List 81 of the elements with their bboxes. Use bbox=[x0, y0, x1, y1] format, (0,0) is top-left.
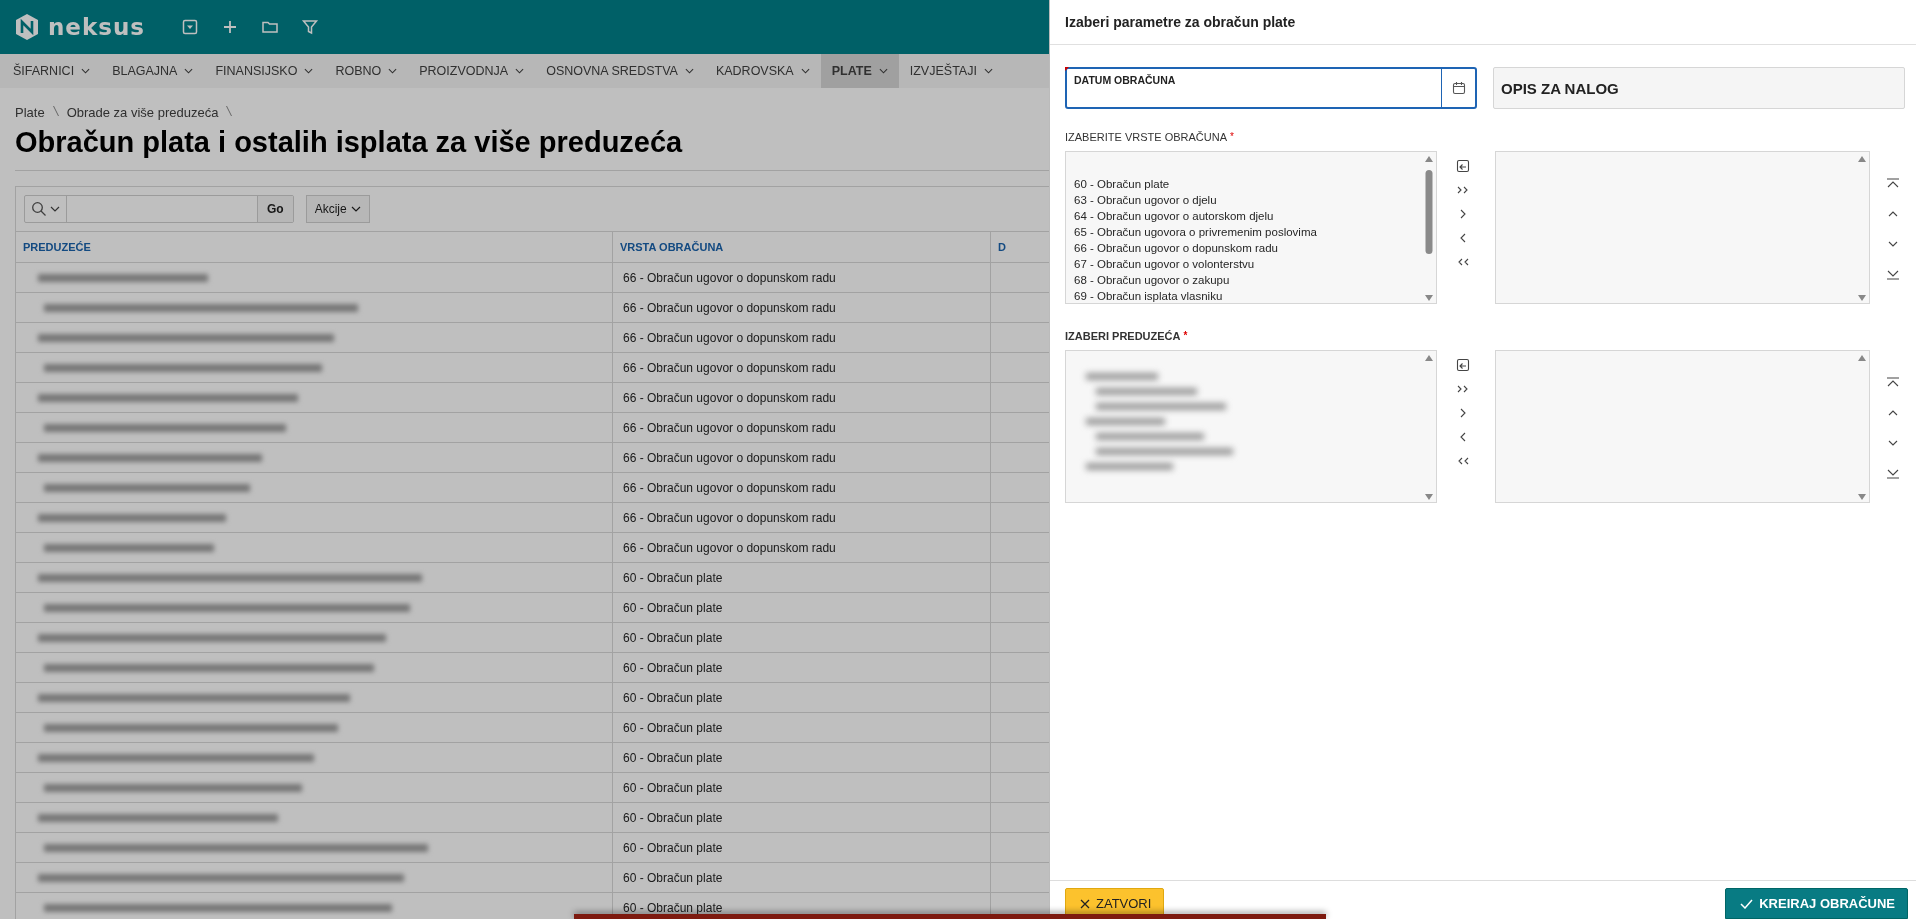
list-option[interactable]: 67 - Obračun ugovor o volonterstvu bbox=[1074, 258, 1255, 270]
search-field[interactable]: Go bbox=[24, 195, 294, 223]
table-cell: 60 - Obračun plate bbox=[623, 660, 723, 675]
options-list[interactable] bbox=[1065, 151, 1437, 304]
table-cell: 60 - Obračun plate bbox=[623, 810, 723, 825]
chevron-down-icon bbox=[184, 68, 194, 74]
table-cell: 60 - Obračun plate bbox=[623, 570, 723, 585]
table-cell: 66 - Obračun ugovor o dopunskom radu bbox=[623, 510, 836, 525]
required-mark: * bbox=[1230, 131, 1234, 143]
reset-icon[interactable] bbox=[1456, 358, 1470, 372]
search-icon[interactable] bbox=[31, 201, 47, 217]
date-field[interactable]: DATUM OBRAČUNA bbox=[1065, 67, 1477, 109]
chevron-down-icon bbox=[81, 68, 91, 74]
table-cell: 66 - Obračun ugovor o dopunskom radu bbox=[623, 360, 836, 375]
menu-tab[interactable]: BLAGAJNA bbox=[101, 54, 205, 88]
list-label: IZABERI PREDUZEĆA bbox=[1065, 330, 1181, 342]
table-cell: 60 - Obračun plate bbox=[623, 630, 723, 645]
table-cell: 66 - Obračun ugovor o dopunskom radu bbox=[623, 330, 836, 345]
menu-tab[interactable]: IZVJEŠTAJI bbox=[898, 54, 1004, 88]
close-icon bbox=[1080, 898, 1090, 909]
menu-tab[interactable]: KADROVSKA bbox=[704, 54, 821, 88]
separator-icon bbox=[52, 105, 59, 117]
table-cell: 66 - Obračun ugovor o dopunskom radu bbox=[623, 450, 836, 465]
chevron-down-icon bbox=[684, 68, 694, 74]
menu-tab[interactable]: PROIZVODNJA bbox=[408, 54, 536, 88]
table-cell: 66 - Obračun ugovor o dopunskom radu bbox=[623, 480, 836, 495]
table-cell: 60 - Obračun plate bbox=[623, 690, 723, 705]
menu-tab[interactable]: OSNOVNA SREDSTVA bbox=[535, 54, 705, 88]
text-field[interactable]: OPIS ZA NALOG bbox=[1493, 67, 1905, 109]
list-option[interactable]: 66 - Obračun ugovor o dopunskom radu bbox=[1074, 242, 1278, 254]
go-button[interactable]: Go bbox=[257, 196, 293, 222]
caret-icon bbox=[350, 206, 361, 212]
blurred-text bbox=[1086, 373, 1158, 380]
menu-tab[interactable]: PLATE bbox=[820, 54, 899, 88]
table-cell: 60 - Obračun plate bbox=[623, 780, 723, 795]
list-option[interactable]: 65 - Obračun ugovora o privremenim poslovima bbox=[1074, 226, 1317, 238]
separator-icon bbox=[226, 105, 233, 117]
list-option[interactable]: 60 - Obračun plate bbox=[1074, 178, 1170, 190]
table-cell: 60 - Obračun plate bbox=[623, 840, 723, 855]
column-header[interactable]: VRSTA OBRAČUNA bbox=[620, 241, 724, 253]
create-button[interactable]: KREIRAJ OBRAČUNE bbox=[1725, 888, 1908, 919]
menu-tab[interactable]: FINANSIJSKO bbox=[204, 54, 325, 88]
chevron-down-icon bbox=[388, 68, 398, 74]
table-cell: 60 - Obračun plate bbox=[623, 720, 723, 735]
breadcrumb-link[interactable]: Plate bbox=[15, 105, 45, 120]
actions-label: Akcije bbox=[314, 202, 347, 216]
table-cell: 66 - Obračun ugovor o dopunskom radu bbox=[623, 540, 836, 555]
column-header[interactable]: PREDUZEĆE bbox=[23, 241, 91, 253]
chevron-down-icon bbox=[878, 68, 888, 74]
logo-icon bbox=[14, 13, 40, 41]
required-mark: * bbox=[1183, 330, 1188, 342]
chevron-down-icon bbox=[983, 68, 993, 74]
column-header[interactable]: D bbox=[998, 241, 1006, 253]
table-cell: 66 - Obračun ugovor o dopunskom radu bbox=[623, 390, 836, 405]
list-option[interactable]: 64 - Obračun ugovor o autorskom djelu bbox=[1074, 210, 1274, 222]
table-cell: 66 - Obračun ugovor o dopunskom radu bbox=[623, 270, 836, 285]
table-cell: 66 - Obračun ugovor o dopunskom radu bbox=[623, 300, 836, 315]
menu-tab[interactable]: ŠIFARNICI bbox=[2, 54, 102, 88]
actions-button[interactable]: Akcije bbox=[305, 195, 370, 223]
list-option[interactable]: 68 - Obračun ugovor o zakupu bbox=[1074, 274, 1230, 286]
list-option[interactable]: 69 - Obračun isplata vlasniku bbox=[1074, 290, 1223, 302]
table-cell: 60 - Obračun plate bbox=[623, 870, 723, 885]
dropdown-box-icon[interactable] bbox=[181, 18, 200, 36]
list-option[interactable]: 63 - Obračun ugovor o djelu bbox=[1074, 194, 1217, 206]
breadcrumb-link[interactable]: Obrade za više preduzeća bbox=[66, 105, 219, 120]
chevron-down-icon bbox=[515, 68, 525, 74]
menu-tab[interactable]: ROBNO bbox=[324, 54, 409, 88]
check-icon bbox=[1740, 898, 1754, 909]
table-cell: 60 - Obračun plate bbox=[623, 750, 723, 765]
table-cell: 66 - Obračun ugovor o dopunskom radu bbox=[623, 420, 836, 435]
chevron-down-icon bbox=[304, 68, 314, 74]
table-cell: 60 - Obračun plate bbox=[623, 600, 723, 615]
list-label: IZABERITE VRSTE OBRAČUNA bbox=[1065, 131, 1227, 143]
filter-icon[interactable] bbox=[301, 18, 320, 36]
caret-icon bbox=[50, 206, 60, 212]
calendar-icon[interactable] bbox=[1451, 81, 1466, 95]
reset-icon[interactable] bbox=[1456, 159, 1470, 173]
table-cell: 60 - Obračun plate bbox=[623, 900, 723, 915]
brand-name: neksus bbox=[48, 14, 146, 40]
chevron-down-icon bbox=[800, 68, 810, 74]
dialog-title: Izaberi parametre za obračun plate bbox=[1065, 14, 1296, 30]
